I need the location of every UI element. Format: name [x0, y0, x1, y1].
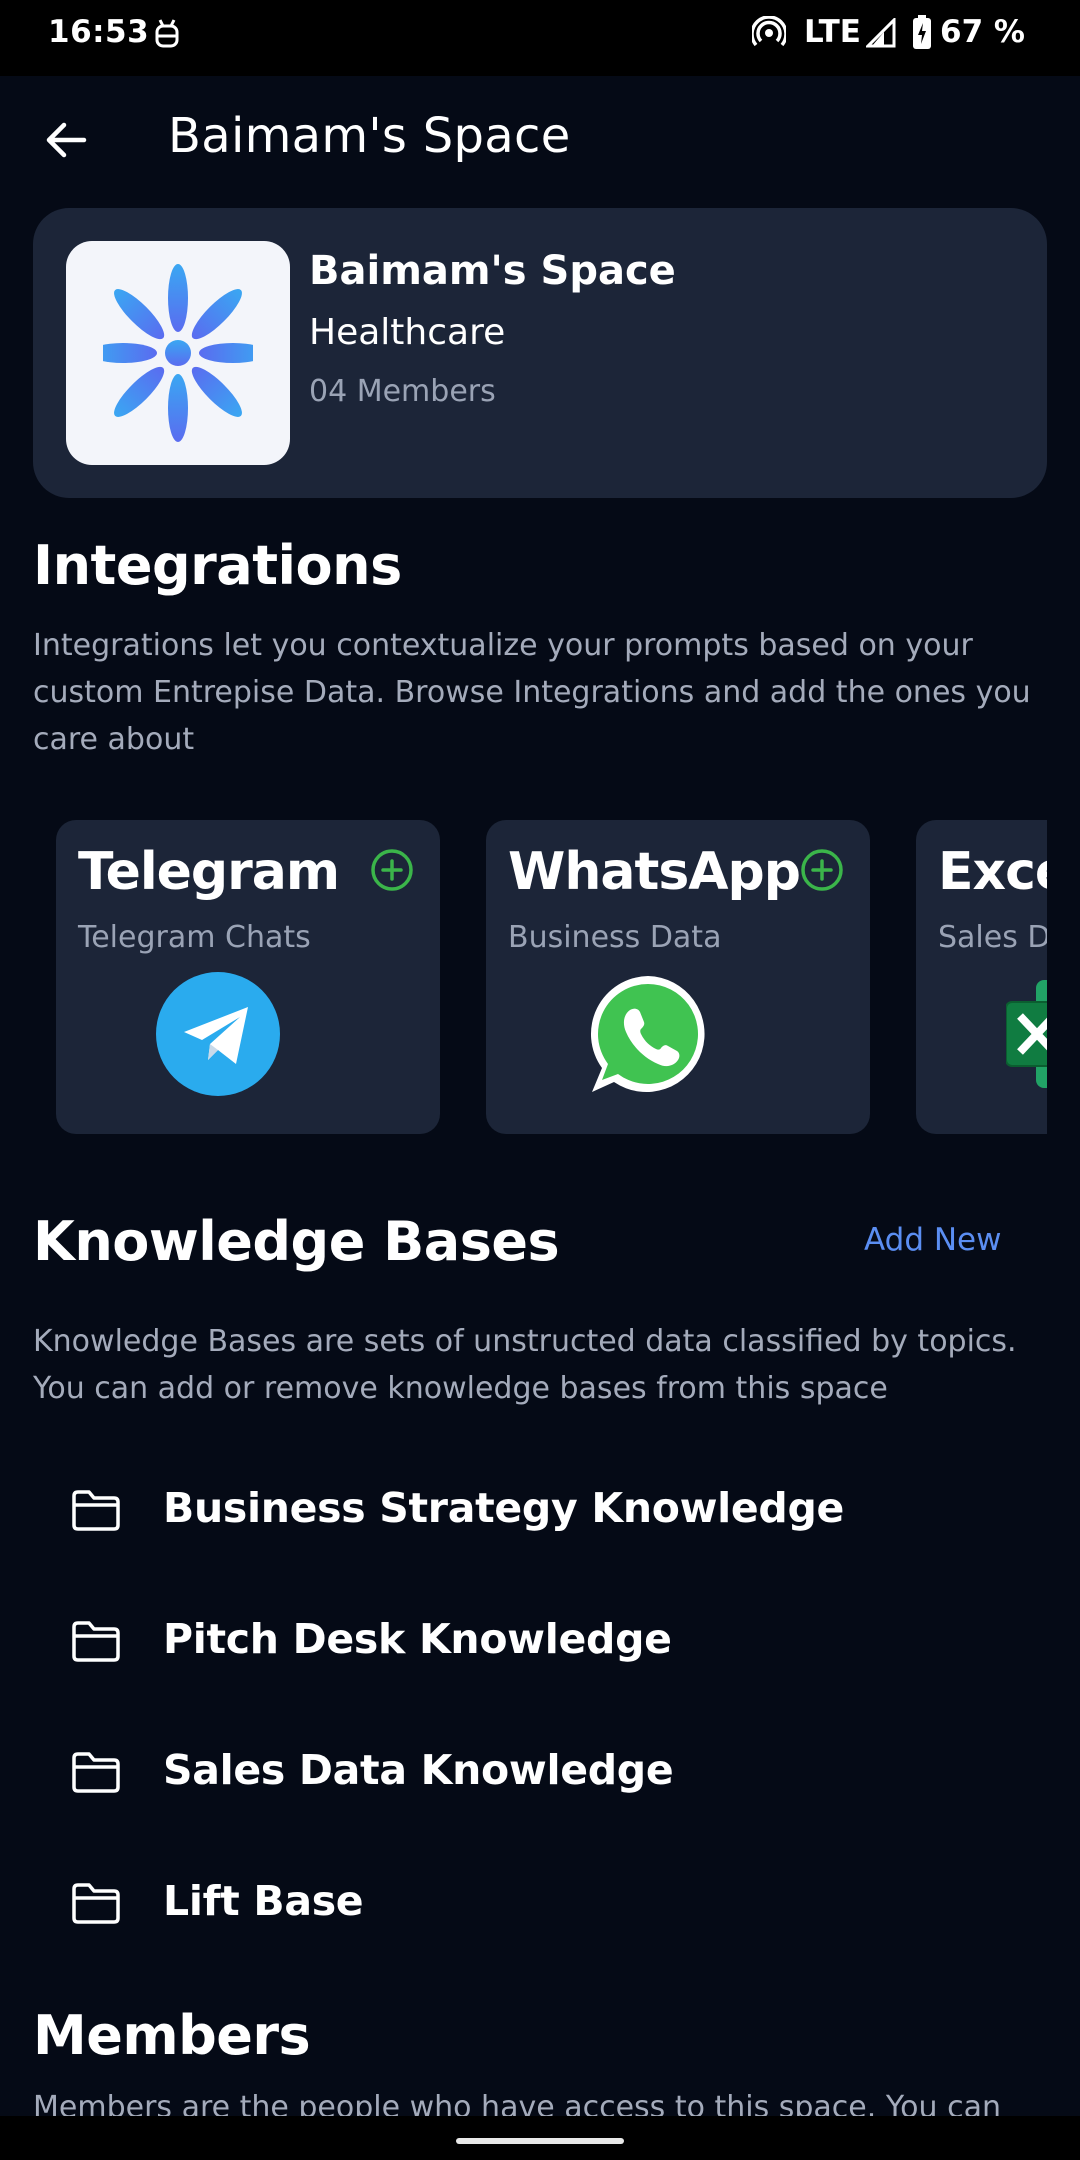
space-name: Baimam's Space	[309, 248, 676, 294]
status-bar: 16:53 LTE 67 %	[0, 0, 1080, 76]
knowledge-base-label: Sales Data Knowledge	[163, 1746, 674, 1794]
arrow-left-icon	[46, 122, 87, 158]
battery-icon	[912, 14, 932, 54]
network-type: LTE	[804, 14, 861, 50]
integration-name: Exce	[938, 842, 1047, 902]
space-card[interactable]: Baimam's Space Healthcare 04 Members	[33, 208, 1047, 498]
android-debug-icon	[152, 18, 182, 56]
folder-icon	[72, 1883, 120, 1924]
space-members-count: 04 Members	[309, 374, 496, 409]
home-indicator[interactable]	[456, 2138, 624, 2144]
asterisk-flower-icon	[103, 264, 253, 442]
hotspot-icon	[750, 15, 788, 54]
integration-name: WhatsApp	[508, 842, 801, 902]
knowledge-base-label: Lift Base	[163, 1877, 364, 1925]
telegram-icon	[156, 972, 280, 1096]
integrations-carousel[interactable]: Telegram Telegram Chats WhatsApp Busines…	[33, 820, 1047, 1136]
add-new-link[interactable]: Add New	[864, 1222, 1002, 1258]
battery-level: 67 %	[940, 14, 1025, 50]
plus-circle-icon[interactable]	[370, 848, 414, 892]
integration-name: Telegram	[78, 842, 340, 902]
plus-circle-icon[interactable]	[800, 848, 844, 892]
navigation-bar	[0, 2116, 1080, 2160]
integration-card-excel[interactable]: Exce Sales D	[916, 820, 1047, 1134]
folder-icon	[72, 1752, 120, 1793]
integration-subtitle: Telegram Chats	[78, 920, 311, 955]
integration-subtitle: Sales D	[938, 920, 1047, 955]
folder-icon	[72, 1621, 120, 1662]
integration-card-telegram[interactable]: Telegram Telegram Chats	[56, 820, 440, 1134]
knowledge-base-item[interactable]: Pitch Desk Knowledge	[33, 1587, 1047, 1697]
integration-subtitle: Business Data	[508, 920, 722, 955]
space-logo	[66, 241, 290, 465]
knowledge-bases-description: Knowledge Bases are sets of unstructed d…	[33, 1324, 1017, 1406]
knowledge-base-item[interactable]: Lift Base	[33, 1849, 1047, 1959]
knowledge-base-item[interactable]: Business Strategy Knowledge	[33, 1456, 1047, 1566]
status-time: 16:53	[48, 14, 150, 50]
members-title: Members	[33, 2004, 311, 2067]
whatsapp-icon	[590, 976, 705, 1092]
space-category: Healthcare	[309, 312, 506, 353]
back-button[interactable]	[38, 112, 94, 168]
folder-icon	[72, 1490, 120, 1531]
excel-icon	[1006, 980, 1047, 1088]
knowledge-base-item[interactable]: Sales Data Knowledge	[33, 1718, 1047, 1828]
page-title: Baimam's Space	[168, 108, 571, 164]
knowledge-base-label: Pitch Desk Knowledge	[163, 1615, 672, 1663]
integration-card-whatsapp[interactable]: WhatsApp Business Data	[486, 820, 870, 1134]
screen: 16:53 LTE 67 % Baimam's Space Baimam's S…	[0, 0, 1080, 2160]
integrations-title: Integrations	[33, 534, 402, 597]
integrations-description: Integrations let you contextualize your …	[33, 628, 1031, 757]
knowledge-base-label: Business Strategy Knowledge	[163, 1484, 845, 1532]
knowledge-bases-title: Knowledge Bases	[33, 1210, 560, 1273]
signal-icon	[864, 16, 896, 52]
